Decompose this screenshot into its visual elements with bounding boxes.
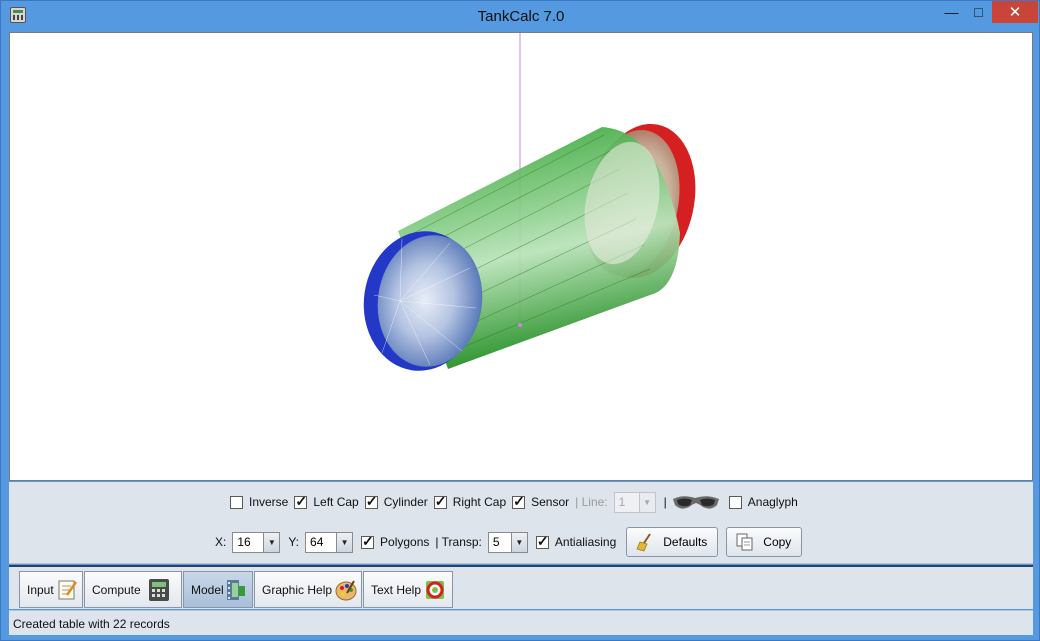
right-cap-label: Right Cap	[452, 495, 507, 509]
render-options-row: X: 16 ▼ Y: 64 ▼ Polygons | Transp: 5 ▼ A…	[215, 527, 803, 557]
status-message: Created table with 22 records	[13, 617, 170, 631]
y-segments-select[interactable]: 64 ▼	[305, 531, 354, 553]
sensor-checkbox-box[interactable]	[512, 493, 526, 510]
broom-icon	[636, 533, 652, 552]
left-cap-checkbox[interactable]: Left Cap	[294, 493, 359, 510]
x-label: X:	[215, 535, 227, 549]
inverse-label: Inverse	[249, 495, 289, 509]
tab-input[interactable]: Input	[19, 571, 83, 608]
sensor-point	[518, 323, 522, 327]
tab-compute-label: Compute	[92, 582, 141, 597]
cylinder-label: Cylinder	[383, 495, 428, 509]
visibility-options-row: Inverse Left Cap Cylinder Right Cap Sens…	[230, 491, 804, 513]
view-tab-bar: Input Compute Model Graphic Help Text He…	[9, 565, 1033, 609]
y-label: Y:	[288, 535, 300, 549]
model-viewport[interactable]	[9, 32, 1033, 481]
close-button[interactable]: ✕	[992, 1, 1038, 23]
line-width-value: 1	[618, 495, 626, 509]
minimize-button[interactable]: —	[938, 1, 965, 23]
paint-palette-icon	[335, 579, 357, 600]
chevron-down-icon: ▼	[263, 532, 280, 552]
lifebuoy-icon	[426, 580, 445, 599]
transparency-value: 5	[492, 535, 500, 549]
notepad-pencil-icon	[58, 580, 77, 599]
antialiasing-checkbox[interactable]: Antialiasing	[535, 533, 617, 550]
line-width-select[interactable]: 1 ▼	[613, 491, 656, 513]
polygons-label: Polygons	[380, 535, 430, 549]
transparency-select[interactable]: 5 ▼	[487, 531, 528, 553]
inverse-checkbox-box[interactable]	[230, 495, 243, 509]
left-cap-label: Left Cap	[313, 495, 359, 509]
tab-text-help-label: Text Help	[371, 582, 422, 597]
window-title: TankCalc 7.0	[477, 8, 565, 25]
chevron-down-icon: ▼	[336, 532, 353, 552]
title-bar: TankCalc 7.0 — □ ✕	[1, 1, 1040, 31]
film-strip-icon	[226, 579, 245, 600]
cylinder-checkbox[interactable]: Cylinder	[364, 493, 428, 510]
calculator-icon	[148, 578, 169, 601]
anaglyph-checkbox[interactable]: Anaglyph	[728, 495, 798, 509]
3d-glasses-icon	[672, 496, 719, 509]
x-segments-value: 16	[237, 535, 251, 549]
anaglyph-label: Anaglyph	[747, 495, 798, 509]
defaults-button-label: Defaults	[663, 535, 708, 549]
chevron-down-icon: ▼	[510, 532, 527, 552]
maximize-button[interactable]: □	[965, 1, 992, 23]
transparency-label: | Transp:	[435, 535, 482, 549]
anaglyph-checkbox-box[interactable]	[728, 495, 742, 509]
app-window: TankCalc 7.0 — □ ✕ Inverse ✓ Left Cap ✓ …	[0, 0, 1040, 641]
sensor-checkbox[interactable]: Sensor	[512, 493, 570, 510]
tank-3d-model[interactable]	[10, 33, 1032, 480]
line-label: | Line:	[575, 495, 608, 509]
left-cap-checkbox-box[interactable]	[294, 493, 308, 510]
antialiasing-checkbox-box[interactable]	[535, 533, 549, 550]
divider: |	[663, 495, 667, 509]
antialiasing-label: Antialiasing	[554, 535, 617, 549]
y-segments-value: 64	[310, 535, 324, 549]
defaults-button[interactable]: Defaults	[626, 527, 719, 557]
right-cap-checkbox[interactable]: Right Cap	[433, 493, 507, 510]
tab-input-label: Input	[27, 582, 54, 597]
chevron-down-icon: ▼	[638, 492, 655, 512]
polygons-checkbox[interactable]: Polygons	[361, 533, 430, 550]
tab-text-help[interactable]: Text Help	[363, 571, 453, 608]
tab-graphic-help-label: Graphic Help	[262, 582, 333, 597]
tab-graphic-help[interactable]: Graphic Help	[254, 571, 362, 608]
tab-compute[interactable]: Compute	[84, 571, 182, 608]
sensor-label: Sensor	[531, 495, 570, 509]
x-segments-select[interactable]: 16 ▼	[232, 531, 281, 553]
polygons-checkbox-box[interactable]	[361, 533, 375, 550]
tab-model-label: Model	[191, 582, 224, 597]
copy-button[interactable]: Copy	[726, 527, 803, 557]
inverse-checkbox[interactable]: Inverse	[230, 495, 288, 509]
copy-button-label: Copy	[763, 535, 792, 549]
cylinder-checkbox-box[interactable]	[364, 493, 378, 510]
right-cap-checkbox-box[interactable]	[433, 493, 447, 510]
status-bar: Created table with 22 records	[9, 610, 1033, 635]
copy-icon	[736, 533, 753, 551]
tab-model[interactable]: Model	[183, 571, 253, 608]
display-controls-panel: Inverse Left Cap Cylinder Right Cap Sens…	[9, 482, 1033, 564]
